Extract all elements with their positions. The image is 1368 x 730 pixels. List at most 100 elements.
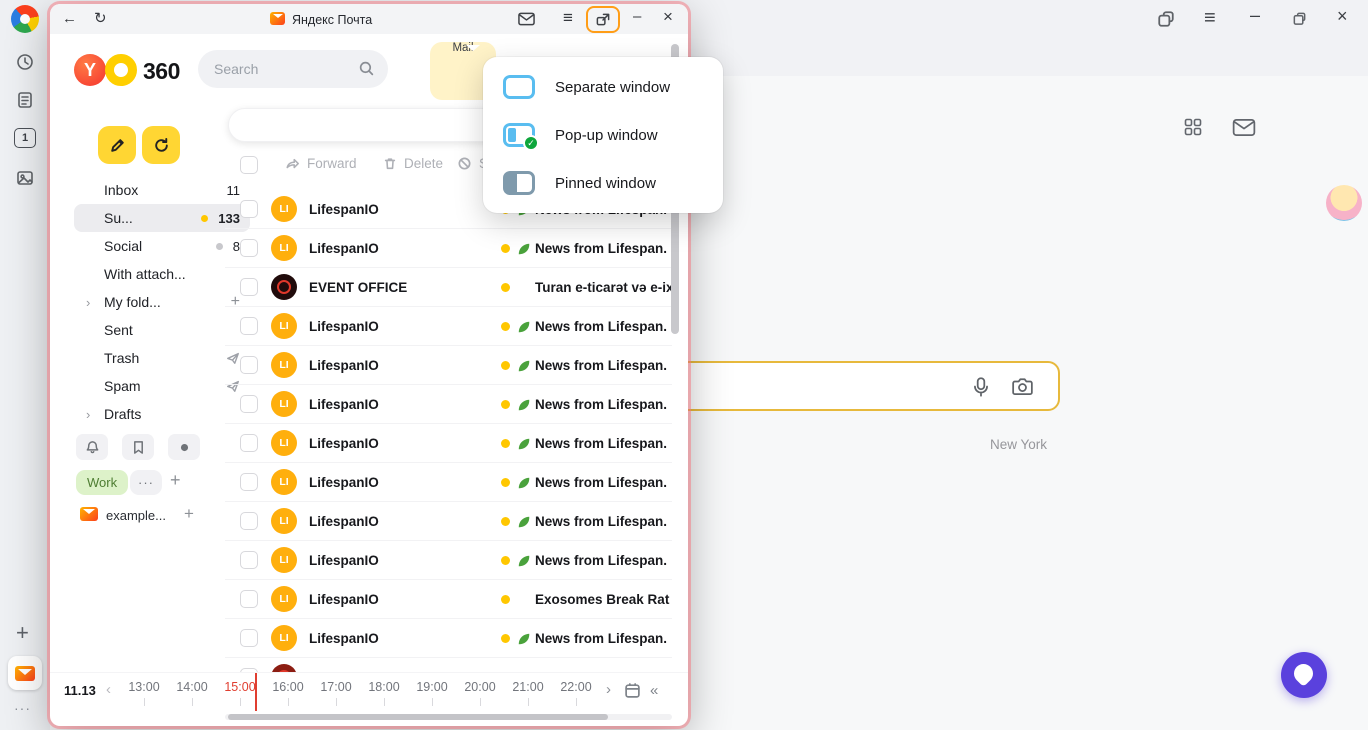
email-row[interactable]: [225, 658, 672, 672]
user-avatar[interactable]: [1326, 185, 1362, 221]
compose-button[interactable]: [98, 126, 136, 164]
tag-work[interactable]: Work: [76, 470, 128, 495]
reload-icon[interactable]: ↻: [94, 11, 107, 26]
folder-row[interactable]: Su... 133: [74, 204, 250, 232]
email-row[interactable]: LI LifespanIO News from Lifespan.: [225, 385, 672, 424]
select-all-checkbox[interactable]: [240, 156, 258, 174]
email-checkbox[interactable]: [240, 395, 258, 413]
chevron-right-icon[interactable]: ›: [86, 407, 90, 422]
notifications-pill[interactable]: [76, 434, 108, 460]
image-search-icon[interactable]: [1011, 376, 1034, 398]
email-row[interactable]: LI LifespanIO News from Lifespan.: [225, 541, 672, 580]
menu-item[interactable]: Pinned window: [483, 159, 723, 207]
email-checkbox[interactable]: [240, 239, 258, 257]
record-dot-pill[interactable]: [168, 434, 200, 460]
unread-dot: [501, 517, 510, 526]
mail-search-input[interactable]: [214, 50, 354, 88]
browser-restore-button[interactable]: [1292, 11, 1307, 26]
tabs-overview-icon[interactable]: [1157, 10, 1175, 28]
page-mail-icon[interactable]: [1232, 118, 1256, 137]
timeline-next-icon[interactable]: ›: [606, 682, 611, 697]
mail-app-icon[interactable]: [8, 656, 42, 690]
email-checkbox[interactable]: [240, 512, 258, 530]
email-checkbox[interactable]: [240, 434, 258, 452]
unread-dot: [501, 361, 510, 370]
folder-row[interactable]: Social 8: [74, 232, 250, 260]
browser-minimize-button[interactable]: –: [1250, 6, 1260, 24]
email-checkbox[interactable]: [240, 590, 258, 608]
timeline-date[interactable]: 11.13: [64, 683, 96, 698]
email-row[interactable]: LI LifespanIO News from Lifespan.: [225, 424, 672, 463]
email-checkbox[interactable]: [240, 629, 258, 647]
rail-more-icon[interactable]: ···: [14, 700, 31, 716]
unread-dot: [501, 478, 510, 487]
email-row[interactable]: LI LifespanIO News from Lifespan.: [225, 619, 672, 658]
window-menu-icon[interactable]: ≡: [563, 9, 573, 26]
horizontal-scrollbar-thumb[interactable]: [228, 714, 608, 720]
email-checkbox[interactable]: [240, 200, 258, 218]
delete-button[interactable]: Delete: [383, 156, 443, 171]
calendar-icon[interactable]: [624, 682, 641, 699]
folder-row[interactable]: Sent: [74, 316, 250, 344]
back-icon[interactable]: ←: [62, 11, 77, 26]
tab-counter-badge[interactable]: 1: [14, 128, 36, 148]
mail-window-titlebar[interactable]: ← ↻ Яндекс Почта ≡ – ×: [50, 4, 688, 34]
folder-row[interactable]: Trash: [74, 344, 250, 372]
folder-row[interactable]: With attach...: [74, 260, 250, 288]
history-icon[interactable]: [15, 52, 35, 72]
bookmarks-pill[interactable]: [122, 434, 154, 460]
tag-more-button[interactable]: ···: [130, 470, 162, 495]
email-row[interactable]: LI LifespanIO Exosomes Break Rat Lif: [225, 580, 672, 619]
add-account-button[interactable]: +: [184, 504, 194, 524]
email-subject: Turan e-ticarət və e-ixra: [535, 280, 672, 295]
titlebar-mail-icon[interactable]: [518, 12, 535, 26]
tag-add-button[interactable]: +: [170, 470, 181, 491]
yandex-browser-logo[interactable]: [11, 5, 39, 33]
folder-row[interactable]: › Drafts: [74, 400, 250, 428]
alice-assistant-button[interactable]: [1281, 652, 1327, 698]
email-row[interactable]: LI LifespanIO News from Lifespan.: [225, 346, 672, 385]
email-checkbox[interactable]: [240, 278, 258, 296]
window-minimize-icon[interactable]: –: [633, 9, 641, 24]
email-row[interactable]: EVENT OFFICE Turan e-ticarət və e-ixra: [225, 268, 672, 307]
email-row[interactable]: LI LifespanIO News from Lifespan.: [225, 307, 672, 346]
folder-row[interactable]: Spam: [74, 372, 250, 400]
browser-menu-icon[interactable]: ≡: [1204, 8, 1216, 28]
timeline-collapse-icon[interactable]: «: [650, 682, 658, 699]
sender-avatar: LI: [271, 352, 297, 378]
unread-dot: [501, 556, 510, 565]
rail-add-button[interactable]: +: [16, 620, 29, 646]
account-label[interactable]: example...: [106, 508, 166, 523]
search-icon[interactable]: [358, 60, 375, 77]
sender-avatar: LI: [271, 313, 297, 339]
forward-button[interactable]: Forward: [285, 156, 357, 171]
voice-search-icon[interactable]: [970, 376, 992, 398]
email-row[interactable]: LI LifespanIO News from Lifespan.: [225, 502, 672, 541]
browser-close-button[interactable]: ×: [1337, 7, 1348, 25]
notes-icon[interactable]: [15, 90, 35, 110]
email-checkbox[interactable]: [240, 473, 258, 491]
refresh-button[interactable]: [142, 126, 180, 164]
email-row[interactable]: LI LifespanIO News from Lifespan.: [225, 463, 672, 502]
window-close-icon[interactable]: ×: [663, 8, 673, 25]
email-checkbox[interactable]: [240, 356, 258, 374]
email-checkbox[interactable]: [240, 317, 258, 335]
window-mode-button[interactable]: [586, 6, 620, 33]
folder-row[interactable]: › My fold... +: [74, 288, 250, 316]
chevron-right-icon[interactable]: ›: [86, 295, 90, 310]
location-label[interactable]: New York: [990, 437, 1047, 452]
folder-label: Trash: [104, 350, 139, 366]
sender-name: LifespanIO: [309, 358, 379, 373]
gallery-icon[interactable]: [15, 168, 35, 188]
folder-label: Social: [104, 238, 142, 254]
mail-search-bar[interactable]: [198, 50, 388, 88]
menu-item[interactable]: Separate window: [483, 63, 723, 111]
email-checkbox[interactable]: [240, 551, 258, 569]
timeline-prev-icon[interactable]: ‹: [106, 682, 111, 697]
unread-dot: [501, 244, 510, 253]
folder-row[interactable]: Inbox 11: [74, 176, 250, 204]
apps-grid-icon[interactable]: [1183, 117, 1203, 137]
sender-avatar: LI: [271, 586, 297, 612]
menu-item[interactable]: ✓ Pop-up window: [483, 111, 723, 159]
email-row[interactable]: LI LifespanIO News from Lifespan.: [225, 229, 672, 268]
